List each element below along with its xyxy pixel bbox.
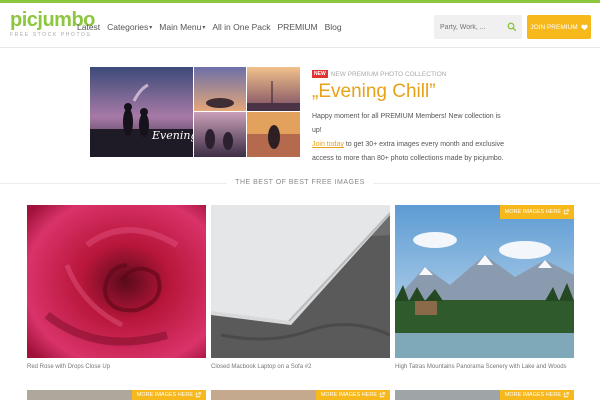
more-images-label: MORE IMAGES HERE (320, 392, 377, 398)
section-title: THE BEST OF BEST FREE IMAGES (0, 179, 600, 186)
main-nav: Latest Categories▾ Main Menu▾ All in One… (77, 22, 342, 32)
more-images-label: MORE IMAGES HERE (504, 392, 561, 398)
banner-description: Happy moment for all PREMIUM Members! Ne… (312, 110, 512, 166)
search-box (434, 15, 522, 39)
nav-premium[interactable]: PREMIUM (277, 22, 317, 32)
nav-categories[interactable]: Categories▾ (107, 22, 152, 32)
more-images-button[interactable]: MORE IMAGES HERE (499, 390, 574, 400)
external-link-icon (563, 392, 569, 398)
photo-card-mountains[interactable]: MORE IMAGES HERE (395, 205, 574, 358)
photo-card-row2-3[interactable]: MORE IMAGES HERE (395, 390, 574, 400)
more-images-button[interactable]: MORE IMAGES HERE (131, 390, 206, 400)
more-images-button[interactable]: MORE IMAGES HERE (499, 205, 574, 219)
photo-card-macbook[interactable] (211, 205, 390, 358)
search-icon[interactable] (507, 22, 517, 32)
join-premium-button[interactable]: JOIN PREMIUM (527, 15, 591, 39)
banner-title[interactable]: „Evening Chill” (312, 81, 436, 103)
search-input[interactable] (434, 15, 504, 39)
photo-card-row2-1[interactable]: MORE IMAGES HERE (27, 390, 206, 400)
nav-main-menu[interactable]: Main Menu▾ (159, 22, 205, 32)
photo-card-rose[interactable] (27, 205, 206, 358)
site-header: picjumbo FREE STOCK PHOTOS Latest Catego… (0, 3, 600, 48)
external-link-icon (563, 209, 569, 215)
nav-categories-label: Categories (107, 22, 149, 32)
more-images-button[interactable]: MORE IMAGES HERE (315, 390, 390, 400)
caret-down-icon: ▾ (202, 25, 206, 31)
external-link-icon (195, 392, 201, 398)
heart-icon (581, 24, 588, 30)
banner-tag-label: NEW PREMIUM PHOTO COLLECTION (330, 71, 447, 78)
section-title-label: THE BEST OF BEST FREE IMAGES (227, 179, 373, 186)
photo-card-row2-2[interactable]: MORE IMAGES HERE (211, 390, 390, 400)
caret-down-icon: ▾ (149, 25, 153, 31)
banner-text-1: Happy moment for all PREMIUM Members! Ne… (312, 113, 501, 134)
more-images-label: MORE IMAGES HERE (136, 392, 193, 398)
join-premium-label: JOIN PREMIUM (530, 23, 578, 31)
banner-collage-image[interactable]: Evening Chill (90, 67, 300, 157)
more-images-label: MORE IMAGES HERE (504, 209, 561, 215)
new-badge: NEW (312, 70, 328, 78)
nav-latest[interactable]: Latest (77, 22, 100, 32)
logo-tagline: FREE STOCK PHOTOS (10, 32, 92, 38)
banner-tag: NEW NEW PREMIUM PHOTO COLLECTION (312, 70, 446, 78)
nav-main-menu-label: Main Menu (159, 22, 202, 32)
join-today-link[interactable]: Join today (312, 141, 344, 148)
nav-blog[interactable]: Blog (325, 22, 342, 32)
nav-all-in-one-pack[interactable]: All in One Pack (212, 22, 270, 32)
photo-caption-macbook[interactable]: Closed Macbook Laptop on a Sofa #2 (211, 364, 311, 370)
photo-caption-rose[interactable]: Red Rose with Drops Close Up (27, 364, 110, 370)
photo-caption-mountains[interactable]: High Tatras Mountains Panorama Scenery w… (395, 364, 567, 370)
external-link-icon (379, 392, 385, 398)
